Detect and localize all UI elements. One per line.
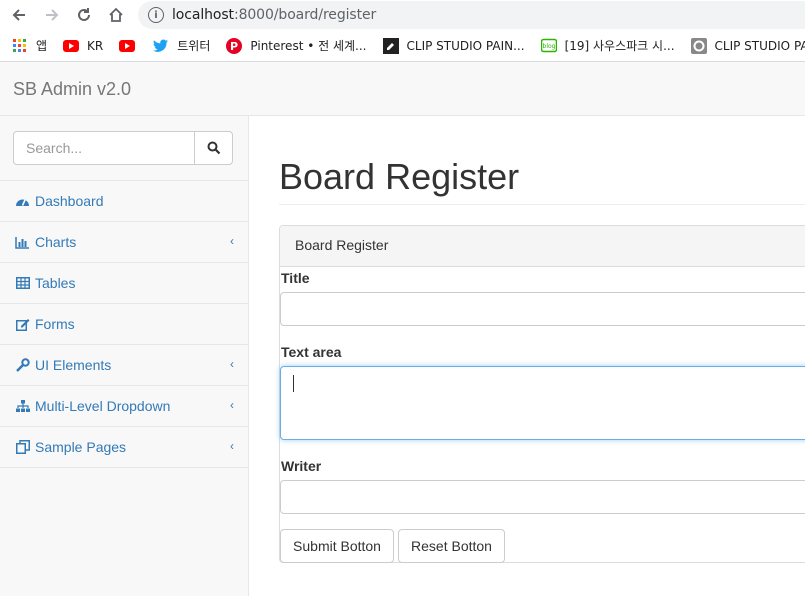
- twitter-icon: [153, 38, 169, 54]
- sidebar-item-label: Forms: [35, 316, 75, 332]
- title-label: Title: [281, 270, 310, 286]
- search-input[interactable]: [13, 131, 195, 165]
- bookmark-youtube-kr[interactable]: KR: [63, 38, 103, 54]
- sidebar-search: [13, 131, 233, 165]
- sidebar-item-label: Dashboard: [35, 193, 104, 209]
- sitemap-icon: [15, 399, 30, 413]
- svg-text:blog: blog: [542, 43, 555, 50]
- back-arrow-icon[interactable]: [8, 4, 30, 26]
- bookmark-label: 트위터: [177, 39, 211, 53]
- home-icon[interactable]: [105, 4, 127, 26]
- address-bar[interactable]: i localhost:8000/board/register: [138, 1, 805, 29]
- sidebar-item-ui-elements[interactable]: UI Elements ‹: [0, 345, 248, 386]
- chevron-left-icon: ‹: [230, 398, 234, 412]
- top-navbar: SB Admin v2.0: [0, 62, 805, 116]
- bookmark-clip-studio[interactable]: CLIP STUDIO PAIN...: [382, 37, 525, 54]
- bookmark-blog[interactable]: blog [19] 사우스파크 시...: [540, 37, 675, 54]
- chevron-left-icon: ‹: [230, 357, 234, 371]
- writer-input[interactable]: [280, 480, 805, 514]
- bar-chart-icon: [15, 235, 30, 249]
- sidebar-item-tables[interactable]: Tables: [0, 263, 248, 304]
- browser-toolbar: i localhost:8000/board/register: [0, 0, 805, 30]
- sidebar-item-label: Tables: [35, 275, 76, 291]
- dashboard-icon: [15, 194, 30, 208]
- page-wrapper: Board Register Board Register Title Text…: [249, 116, 805, 596]
- sidebar-item-sample-pages[interactable]: Sample Pages ‹: [0, 427, 248, 468]
- chevron-left-icon: ‹: [230, 439, 234, 453]
- title-input[interactable]: [280, 292, 805, 326]
- bookmark-label: 앱: [36, 39, 48, 53]
- bookmark-clip-studio-2[interactable]: CLIP STUDIO PAI: [690, 37, 805, 54]
- textarea-label: Text area: [281, 344, 342, 360]
- sidebar-item-label: UI Elements: [35, 357, 112, 373]
- chevron-left-icon: ‹: [230, 234, 234, 248]
- reload-icon[interactable]: [73, 4, 95, 26]
- writer-label: Writer: [281, 458, 322, 474]
- sidebar-item-label: Sample Pages: [35, 439, 127, 455]
- clip-studio-icon: [382, 37, 399, 54]
- submit-button[interactable]: Submit Botton: [280, 529, 394, 563]
- search-icon: [207, 141, 220, 155]
- register-panel: Board Register Title Text area Writer Su…: [279, 225, 805, 563]
- sidebar: Dashboard Charts ‹ Tables Forms: [0, 116, 249, 596]
- svg-text:P: P: [230, 40, 238, 53]
- apps-grid-icon: [12, 38, 28, 54]
- app-root: SB Admin v2.0 Dashboard Charts ‹: [0, 62, 805, 596]
- reset-button[interactable]: Reset Botton: [398, 529, 505, 563]
- clip-studio-gray-icon: [690, 37, 707, 54]
- bookmark-youtube[interactable]: [119, 38, 143, 54]
- page-title: Board Register: [279, 156, 520, 197]
- files-icon: [15, 440, 30, 454]
- sidebar-item-charts[interactable]: Charts ‹: [0, 222, 248, 263]
- sidebar-item-multi-level-dropdown[interactable]: Multi-Level Dropdown ‹: [0, 386, 248, 427]
- bookmark-label: KR: [87, 38, 104, 53]
- site-info-icon[interactable]: i: [148, 7, 164, 23]
- url-text: localhost:8000/board/register: [172, 7, 377, 23]
- pinterest-icon: P: [226, 37, 243, 54]
- bookmark-label: [19] 사우스파크 시...: [564, 39, 675, 53]
- blog-icon: blog: [540, 38, 557, 54]
- sidebar-menu: Dashboard Charts ‹ Tables Forms UI Eleme…: [0, 181, 248, 468]
- sidebar-item-label: Charts: [35, 234, 77, 250]
- youtube-icon: [63, 38, 80, 54]
- wrench-icon: [15, 358, 30, 372]
- sidebar-item-label: Multi-Level Dropdown: [35, 398, 171, 414]
- text-cursor: [293, 375, 294, 392]
- bookmark-label: CLIP STUDIO PAIN...: [406, 38, 525, 53]
- forward-arrow-icon[interactable]: [41, 4, 63, 26]
- bookmark-label: Pinterest • 전 세계...: [250, 39, 367, 53]
- page-header-divider: [279, 204, 805, 205]
- edit-icon: [15, 317, 30, 331]
- bookmark-pinterest[interactable]: P Pinterest • 전 세계...: [226, 37, 367, 54]
- brand-link[interactable]: SB Admin v2.0: [13, 79, 131, 100]
- bookmark-twitter[interactable]: 트위터: [153, 37, 210, 54]
- search-button[interactable]: [194, 131, 233, 165]
- table-icon: [15, 276, 30, 290]
- sidebar-item-dashboard[interactable]: Dashboard: [0, 181, 248, 222]
- panel-heading: Board Register: [280, 226, 805, 267]
- bookmarks-bar: 앱 KR 트위터 P Pinterest • 전 세계... CLIP STUD…: [0, 30, 805, 62]
- youtube-icon: [119, 38, 136, 54]
- bookmark-label: CLIP STUDIO PAI: [714, 38, 805, 53]
- sidebar-item-forms[interactable]: Forms: [0, 304, 248, 345]
- bookmark-apps[interactable]: 앱: [12, 37, 47, 54]
- content-textarea[interactable]: [280, 366, 805, 440]
